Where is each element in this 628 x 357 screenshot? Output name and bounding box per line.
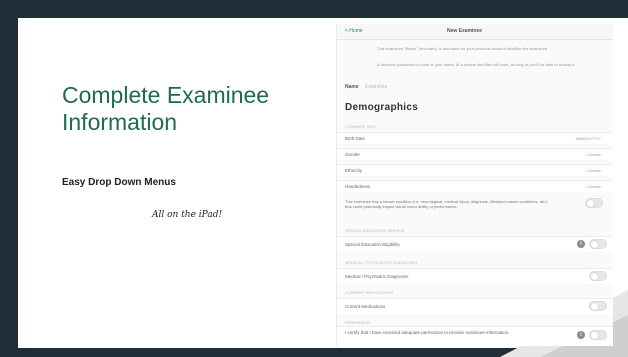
back-button[interactable]: < Home: [345, 28, 363, 34]
slide-title: Complete Examinee Information: [62, 82, 270, 135]
birth-date-label: Birth Date: [345, 136, 366, 141]
gender-label: Gender: [345, 152, 361, 157]
identifier-note: A detected password is found at your nam…: [377, 62, 576, 67]
ethnicity-select[interactable]: Choose: [587, 168, 601, 173]
ipad-screenshot: < Home New Examinee This examinee "Name"…: [336, 24, 613, 346]
info-icon[interactable]: i: [577, 331, 585, 339]
medication-header: CURRENT MEDICATIONS: [345, 290, 394, 295]
name-label: Name: [345, 84, 359, 90]
examinee-info-header: EXAMINEE INFO: [345, 124, 377, 129]
ipad-nav-bar: < Home New Examinee: [337, 24, 613, 40]
medical-label: Medical / Psychiatric Diagnoses: [345, 274, 409, 279]
medical-header: MEDICAL / PSYCHIATRIC DIAGNOSES: [345, 260, 418, 265]
special-education-row[interactable]: Special Education Eligibility: [337, 236, 613, 252]
medical-toggle[interactable]: [589, 271, 607, 281]
nav-title: New Examinee: [447, 28, 483, 34]
gender-row[interactable]: Gender Choose: [337, 148, 613, 160]
ethnicity-label: Ethnicity: [345, 168, 363, 173]
consent-label: I certify that I have received adequate …: [345, 330, 510, 335]
special-education-header: SPECIAL EDUCATION SERVICE: [345, 228, 405, 233]
consent-row[interactable]: I certify that I have received adequate …: [337, 326, 613, 346]
name-input[interactable]: Examinee: [365, 84, 387, 90]
consent-toggle[interactable]: [589, 330, 607, 340]
name-field-row[interactable]: Name Examinee: [345, 82, 605, 92]
name-note: This examinee "Name" (encoded), a nickna…: [377, 46, 549, 51]
demographics-heading: Demographics: [345, 102, 419, 113]
medication-toggle[interactable]: [589, 301, 607, 311]
handedness-select[interactable]: Choose: [587, 184, 601, 189]
slide-tagline: All on the iPad!: [152, 210, 223, 220]
birth-date-value[interactable]: MM/DD/YYYY: [576, 136, 601, 141]
slide-subtitle: Easy Drop Down Menus: [62, 177, 176, 188]
medical-row[interactable]: Medical / Psychiatric Diagnoses: [337, 268, 613, 284]
consent-header: PERMISSION: [345, 320, 371, 325]
slide-frame-left: [0, 0, 18, 357]
condition-description: This examinee has a known condition (i.e…: [345, 199, 548, 209]
slide-frame-top: [0, 0, 628, 18]
medication-row[interactable]: Current Medications: [337, 298, 613, 314]
handedness-label: Handedness: [345, 184, 371, 189]
slide-frame-bottom: [0, 348, 628, 357]
info-icon[interactable]: i: [577, 240, 585, 248]
ethnicity-row[interactable]: Ethnicity Choose: [337, 164, 613, 176]
birth-date-row[interactable]: Birth Date MM/DD/YYYY: [337, 132, 613, 144]
gender-select[interactable]: Choose: [587, 152, 601, 157]
condition-toggle[interactable]: [585, 198, 603, 208]
medication-label: Current Medications: [345, 304, 386, 309]
special-education-toggle[interactable]: [589, 239, 607, 249]
special-education-label: Special Education Eligibility: [345, 242, 400, 247]
handedness-row[interactable]: Handedness Choose: [337, 180, 613, 192]
